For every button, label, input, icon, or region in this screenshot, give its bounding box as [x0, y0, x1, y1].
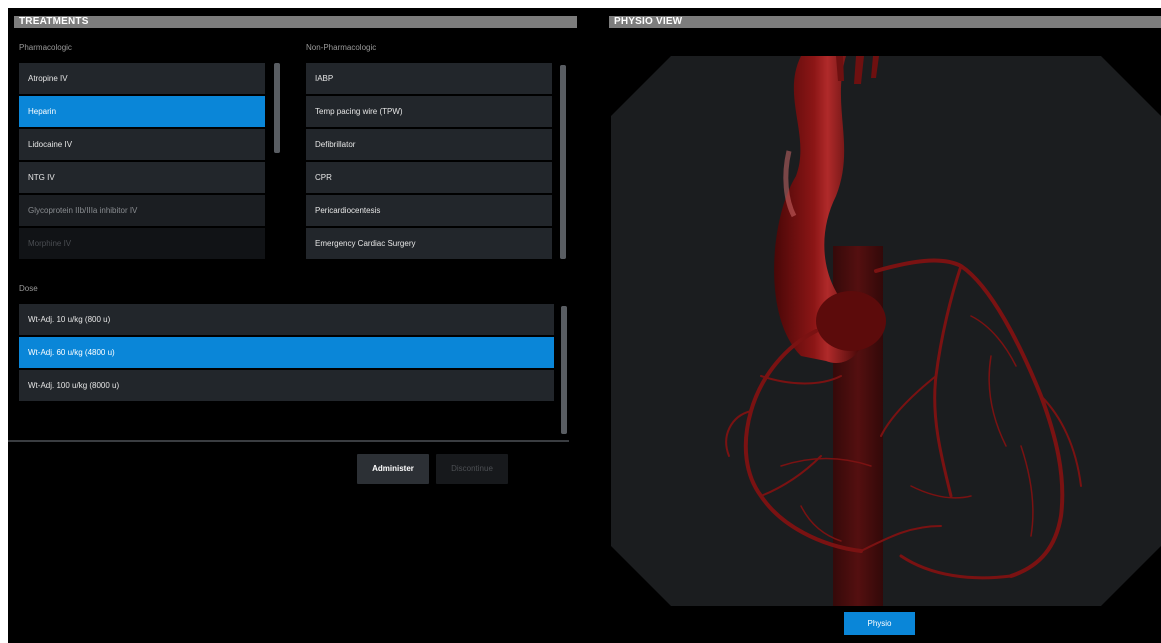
physio-button[interactable]: Physio [844, 612, 915, 635]
non-pharmacologic-item[interactable]: IABP [306, 63, 552, 94]
dose-label: Dose [19, 284, 38, 293]
dose-item[interactable]: Wt-Adj. 100 u/kg (8000 u) [19, 370, 554, 401]
dose-scrollbar[interactable] [561, 306, 567, 434]
pharmacologic-item[interactable]: Atropine IV [19, 63, 265, 94]
dose-scroll-thumb[interactable] [561, 306, 567, 434]
viewport-octagon [611, 56, 1161, 606]
aortic-root [816, 291, 886, 351]
treatments-divider [8, 440, 569, 442]
pharmacologic-scroll-thumb[interactable] [274, 63, 280, 153]
dose-item[interactable]: Wt-Adj. 10 u/kg (800 u) [19, 304, 554, 335]
pharmacologic-label: Pharmacologic [19, 43, 72, 52]
pharmacologic-scrollbar[interactable] [274, 63, 280, 153]
non-pharmacologic-item[interactable]: Pericardiocentesis [306, 195, 552, 226]
physio-view-header: PHYSIO VIEW [609, 16, 1161, 28]
pharmacologic-item[interactable]: Glycoprotein IIb/IIIa inhibitor IV [19, 195, 265, 226]
non-pharmacologic-scroll-thumb[interactable] [560, 65, 566, 259]
non-pharmacologic-list[interactable]: IABP Temp pacing wire (TPW) Defibrillator C… [306, 63, 552, 260]
non-pharmacologic-label: Non-Pharmacologic [306, 43, 377, 52]
non-pharmacologic-scrollbar[interactable] [560, 65, 566, 259]
administer-button[interactable]: Administer [357, 454, 429, 484]
non-pharmacologic-item[interactable]: Temp pacing wire (TPW) [306, 96, 552, 127]
dose-list[interactable]: Wt-Adj. 10 u/kg (800 u) Wt-Adj. 60 u/kg (… [19, 304, 554, 404]
heart-vessels-render [611, 56, 1161, 606]
pharmacologic-item[interactable]: Heparin [19, 96, 265, 127]
pharmacologic-item[interactable]: Lidocaine IV [19, 129, 265, 160]
treatments-header: TREATMENTS [14, 16, 577, 28]
pharmacologic-item[interactable]: NTG IV [19, 162, 265, 193]
pharmacologic-item[interactable]: Morphine IV [19, 228, 265, 259]
non-pharmacologic-item[interactable]: Defibrillator [306, 129, 552, 160]
non-pharmacologic-item[interactable]: CPR [306, 162, 552, 193]
pharmacologic-list[interactable]: Atropine IV Heparin Lidocaine IV NTG IV Glyc… [19, 63, 265, 259]
physio-viewport[interactable] [611, 56, 1161, 606]
non-pharmacologic-item[interactable]: Emergency Cardiac Surgery [306, 228, 552, 259]
dose-item[interactable]: Wt-Adj. 60 u/kg (4800 u) [19, 337, 554, 368]
discontinue-button[interactable]: Discontinue [436, 454, 508, 484]
